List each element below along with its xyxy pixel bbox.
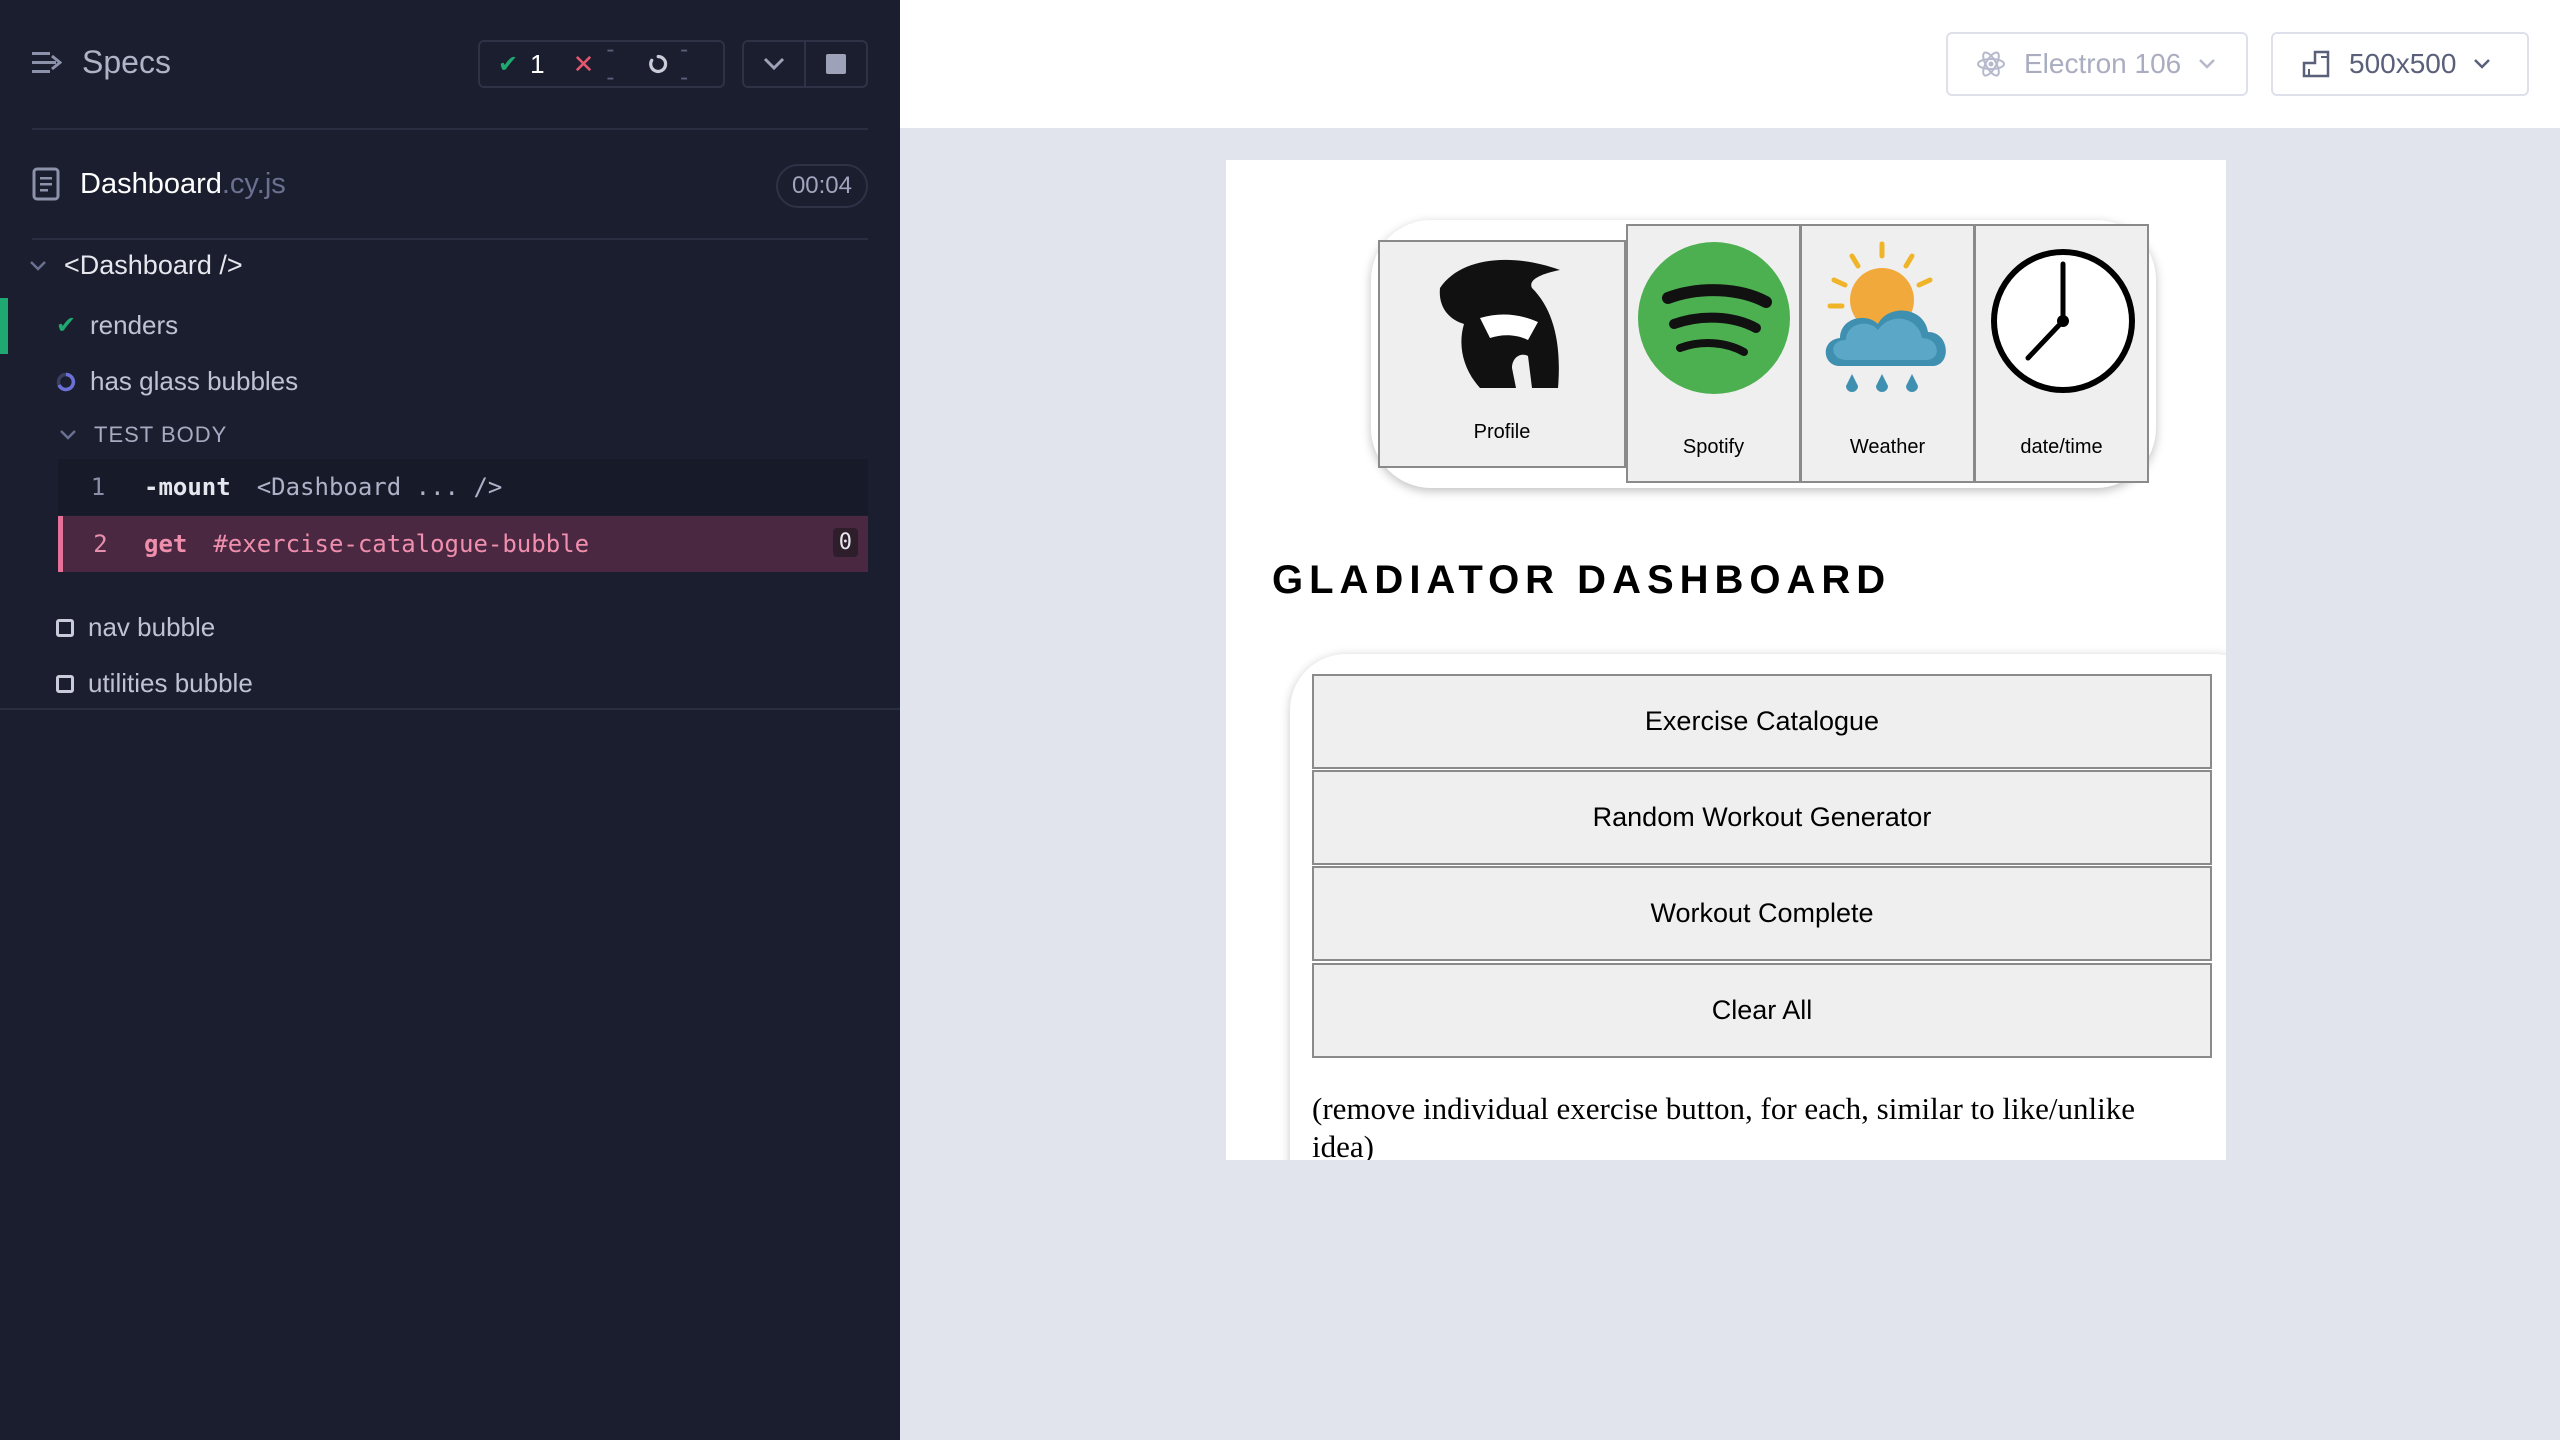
- run-controls: [742, 40, 868, 88]
- spec-file-row[interactable]: Dashboard .cy.js 00:04: [32, 160, 868, 208]
- header-divider: [32, 128, 868, 130]
- passed-indicator-bar: [0, 298, 8, 354]
- check-icon: ✔: [498, 50, 519, 78]
- pending-spinner-icon: [648, 54, 667, 74]
- test-title: has glass bubbles: [90, 366, 299, 396]
- chevron-down-icon: [60, 430, 76, 440]
- test-utilities-bubble[interactable]: utilities bubble: [56, 668, 253, 699]
- chevron-down-icon: [2474, 59, 2491, 69]
- command-name: get: [144, 530, 188, 558]
- exercise-catalogue-button[interactable]: Exercise Catalogue: [1312, 674, 2212, 769]
- command-name: -mount: [144, 473, 231, 501]
- test-title: utilities bubble: [88, 668, 253, 698]
- app-viewport: Profile Spotify Weather date/time GLADIA…: [1226, 160, 2226, 1160]
- command-row[interactable]: 1 -mount <Dashboard ... />: [58, 459, 868, 515]
- spartan-helmet-icon: [1439, 259, 1560, 388]
- duration-badge: 00:04: [775, 164, 868, 208]
- reporter-header: Specs ✔ 1 ✕ -- --: [0, 0, 900, 130]
- failed-count: --: [606, 36, 615, 91]
- command-message: <Dashboard ... />: [256, 473, 503, 501]
- specs-list-icon: [32, 51, 62, 73]
- failed-stat: ✕ --: [573, 36, 620, 92]
- test-renders[interactable]: ✔ renders: [56, 310, 178, 341]
- weather-icon: [1825, 241, 1946, 392]
- test-nav-bubble[interactable]: nav bubble: [56, 612, 215, 643]
- passed-count: 1: [530, 48, 545, 79]
- collapse-all-button[interactable]: [744, 42, 806, 86]
- command-row-failing[interactable]: 2 get #exercise-catalogue-bubble 0: [58, 516, 868, 572]
- command-line-number: 1: [90, 473, 106, 501]
- clear-all-button[interactable]: Clear All: [1312, 963, 2212, 1058]
- workout-complete-button[interactable]: Workout Complete: [1312, 866, 2212, 961]
- stats-summary: ✔ 1 ✕ -- --: [478, 36, 725, 91]
- chevron-down-icon: [763, 57, 785, 71]
- browser-selector[interactable]: Electron 106: [1946, 32, 2248, 96]
- spotify-icon: [1638, 242, 1790, 394]
- element-count-badge: 0: [832, 528, 858, 557]
- spec-file-name: Dashboard: [80, 167, 222, 200]
- suite-row[interactable]: <Dashboard />: [30, 250, 243, 281]
- chevron-down-icon: [30, 260, 46, 271]
- reporter-panel: Specs ✔ 1 ✕ -- -- Dashboard .cy.js 00:04…: [0, 0, 900, 1440]
- passed-stat: ✔ 1: [498, 49, 545, 80]
- page-title: GLADIATOR DASHBOARD: [1272, 558, 1892, 602]
- tile-label: Spotify: [1682, 436, 1745, 458]
- test-title: renders: [90, 310, 179, 340]
- specs-toggle[interactable]: Specs: [32, 44, 171, 81]
- suite-title: <Dashboard />: [64, 250, 243, 280]
- stop-button[interactable]: [806, 42, 866, 86]
- command-message: #exercise-catalogue-bubble: [213, 530, 590, 558]
- command-line-number: 2: [93, 530, 108, 558]
- x-icon: ✕: [572, 48, 595, 79]
- pending-stat: --: [648, 36, 695, 92]
- spotify-tile[interactable]: Spotify: [1626, 224, 1801, 483]
- test-body-label: TEST BODY: [94, 422, 228, 447]
- specs-label: Specs: [82, 44, 171, 80]
- ruler-icon: [2302, 50, 2330, 78]
- test-body-toggle[interactable]: TEST BODY: [60, 422, 227, 448]
- electron-icon: [1977, 51, 2005, 77]
- weather-tile[interactable]: Weather: [1800, 224, 1975, 483]
- running-spinner-icon: [56, 372, 76, 391]
- stop-icon: [826, 54, 846, 74]
- tile-label: Weather: [1849, 436, 1926, 458]
- tile-label: Profile: [1473, 421, 1531, 443]
- test-title: nav bubble: [88, 612, 216, 642]
- spec-file-ext: .cy.js: [221, 167, 286, 200]
- pending-square-icon: [56, 674, 74, 693]
- clock-icon: [1991, 249, 2135, 393]
- aut-header: Electron 106 500x500: [900, 0, 2560, 128]
- test-has-glass-bubbles[interactable]: has glass bubbles: [56, 366, 298, 397]
- tile-label: date/time: [2020, 436, 2103, 458]
- viewport-size: 500x500: [2349, 48, 2457, 79]
- dev-note-text: (remove individual exercise button, for …: [1312, 1091, 2135, 1160]
- profile-tile[interactable]: Profile: [1378, 240, 1626, 468]
- suite-bottom-divider: [0, 708, 900, 710]
- pending-square-icon: [56, 618, 74, 637]
- check-icon: ✔: [56, 312, 77, 339]
- random-workout-generator-button[interactable]: Random Workout Generator: [1312, 770, 2212, 865]
- viewport-selector[interactable]: 500x500: [2271, 32, 2529, 96]
- datetime-tile[interactable]: date/time: [1974, 224, 2149, 483]
- browser-name: Electron 106: [2024, 48, 2182, 79]
- file-divider: [32, 238, 868, 240]
- document-icon: [32, 167, 60, 201]
- chevron-down-icon: [2199, 59, 2216, 69]
- pending-count: --: [680, 36, 689, 91]
